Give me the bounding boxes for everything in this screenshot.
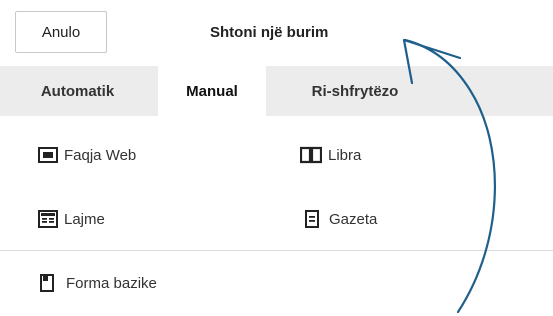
page-title: Shtoni një burim xyxy=(210,24,329,41)
tab-bar: Automatik Manual Ri-shfrytëzo xyxy=(0,66,553,117)
tab-manual[interactable]: Manual xyxy=(158,66,266,117)
source-type-label: Gazeta xyxy=(329,210,378,228)
tab-reuse[interactable]: Ri-shfrytëzo xyxy=(285,66,425,116)
source-type-book[interactable]: Libra xyxy=(300,143,361,167)
cancel-button[interactable]: Anulo xyxy=(15,11,107,53)
webpage-icon xyxy=(38,146,64,164)
tab-automatic[interactable]: Automatik xyxy=(15,66,140,116)
source-type-basic-form[interactable]: Forma bazike xyxy=(40,271,157,295)
basic-form-icon xyxy=(40,274,60,292)
news-icon xyxy=(38,210,64,228)
book-icon xyxy=(300,146,328,164)
source-type-label: Libra xyxy=(328,146,362,164)
source-type-webpage[interactable]: Faqja Web xyxy=(38,143,136,167)
source-type-label: Faqja Web xyxy=(64,146,137,164)
journal-icon xyxy=(305,210,325,228)
source-type-label: Lajme xyxy=(64,210,105,228)
source-type-journal[interactable]: Gazeta xyxy=(305,207,377,231)
header-bar: Anulo Shtoni një burim xyxy=(0,0,553,66)
source-type-news[interactable]: Lajme xyxy=(38,207,105,231)
source-type-label: Forma bazike xyxy=(66,274,157,292)
divider xyxy=(0,250,553,251)
